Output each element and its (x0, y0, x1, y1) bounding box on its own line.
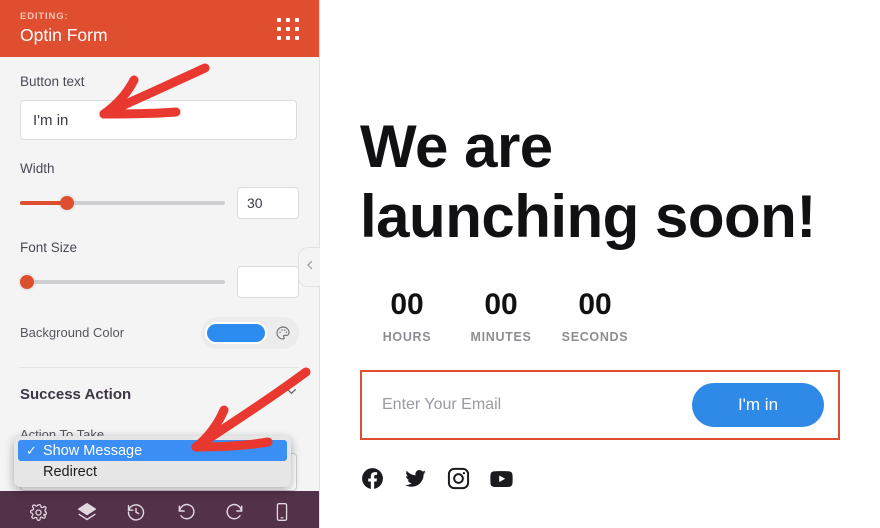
font-size-slider-knob[interactable] (20, 275, 34, 289)
button-text-input[interactable] (20, 100, 297, 140)
button-text-label: Button text (20, 74, 85, 89)
instagram-icon[interactable] (446, 466, 471, 491)
success-action-title: Success Action (20, 385, 132, 403)
countdown-timer: 00 HOURS 00 MINUTES 00 SECONDS (360, 288, 840, 344)
sidebar-footer-toolbar (0, 491, 319, 528)
youtube-icon[interactable] (489, 466, 514, 491)
countdown-unit-seconds: 00 SECONDS (548, 288, 642, 344)
redo-icon[interactable] (225, 502, 245, 522)
countdown-value: 00 (484, 288, 518, 322)
optin-form-block[interactable]: I'm in (360, 370, 840, 441)
dropdown-option-label: Show Message (43, 442, 143, 459)
countdown-label: SECONDS (561, 330, 629, 345)
history-icon[interactable] (126, 502, 146, 522)
facebook-icon[interactable] (360, 466, 385, 491)
font-size-label: Font Size (20, 240, 78, 255)
font-size-slider[interactable] (20, 272, 225, 292)
background-color-row: Background Color (20, 317, 299, 349)
dropdown-option-label: Redirect (43, 463, 97, 480)
countdown-label: MINUTES (470, 330, 532, 345)
width-control-row (20, 187, 299, 219)
editing-label: EDITING: (20, 11, 69, 22)
page-builder: EDITING: Optin Form Button text Width (0, 0, 880, 528)
countdown-unit-minutes: 00 MINUTES (454, 288, 548, 344)
page-headline: We are launching soon! (360, 113, 816, 251)
color-swatch[interactable] (205, 322, 267, 344)
font-size-value-input[interactable] (237, 266, 299, 298)
width-slider[interactable] (20, 193, 225, 213)
grid-dots-icon[interactable] (277, 18, 299, 40)
undo-icon[interactable] (176, 502, 196, 522)
submit-button[interactable]: I'm in (692, 383, 824, 428)
editing-context: EDITING: Optin Form (20, 8, 108, 47)
page-preview: We are launching soon! 00 HOURS 00 MINUT… (320, 0, 880, 528)
layers-icon[interactable] (77, 502, 97, 522)
action-to-take-dropdown[interactable]: ✓ Show Message Redirect (14, 436, 291, 487)
sidebar-collapse-handle[interactable] (298, 247, 320, 287)
width-slider-knob[interactable] (60, 196, 75, 210)
dropdown-option-redirect[interactable]: Redirect (14, 461, 291, 482)
countdown-value: 00 (390, 288, 424, 322)
chevron-down-icon[interactable] (284, 384, 299, 404)
gear-icon[interactable] (29, 503, 48, 522)
background-color-label: Background Color (20, 325, 125, 340)
font-size-control-row (20, 266, 299, 298)
sidebar-body: Button text Width Font Size (0, 57, 319, 491)
settings-sidebar: EDITING: Optin Form Button text Width (0, 0, 320, 528)
success-action-section-header[interactable]: Success Action (20, 368, 299, 404)
width-label: Width (20, 161, 55, 176)
background-color-control (201, 317, 299, 349)
countdown-unit-hours: 00 HOURS (360, 288, 454, 344)
social-links (360, 466, 840, 491)
email-input[interactable] (382, 396, 692, 415)
twitter-icon[interactable] (403, 466, 428, 491)
width-value-input[interactable] (237, 187, 299, 219)
font-size-slider-track (20, 280, 225, 284)
dropdown-option-show-message[interactable]: ✓ Show Message (18, 440, 287, 461)
chevron-left-icon (304, 258, 316, 276)
palette-icon[interactable] (271, 321, 295, 345)
check-icon: ✓ (26, 442, 37, 458)
editing-title: Optin Form (20, 25, 108, 45)
sidebar-header: EDITING: Optin Form (0, 0, 319, 57)
mobile-icon[interactable] (274, 502, 290, 522)
countdown-label: HOURS (382, 330, 432, 345)
countdown-value: 00 (578, 288, 612, 322)
